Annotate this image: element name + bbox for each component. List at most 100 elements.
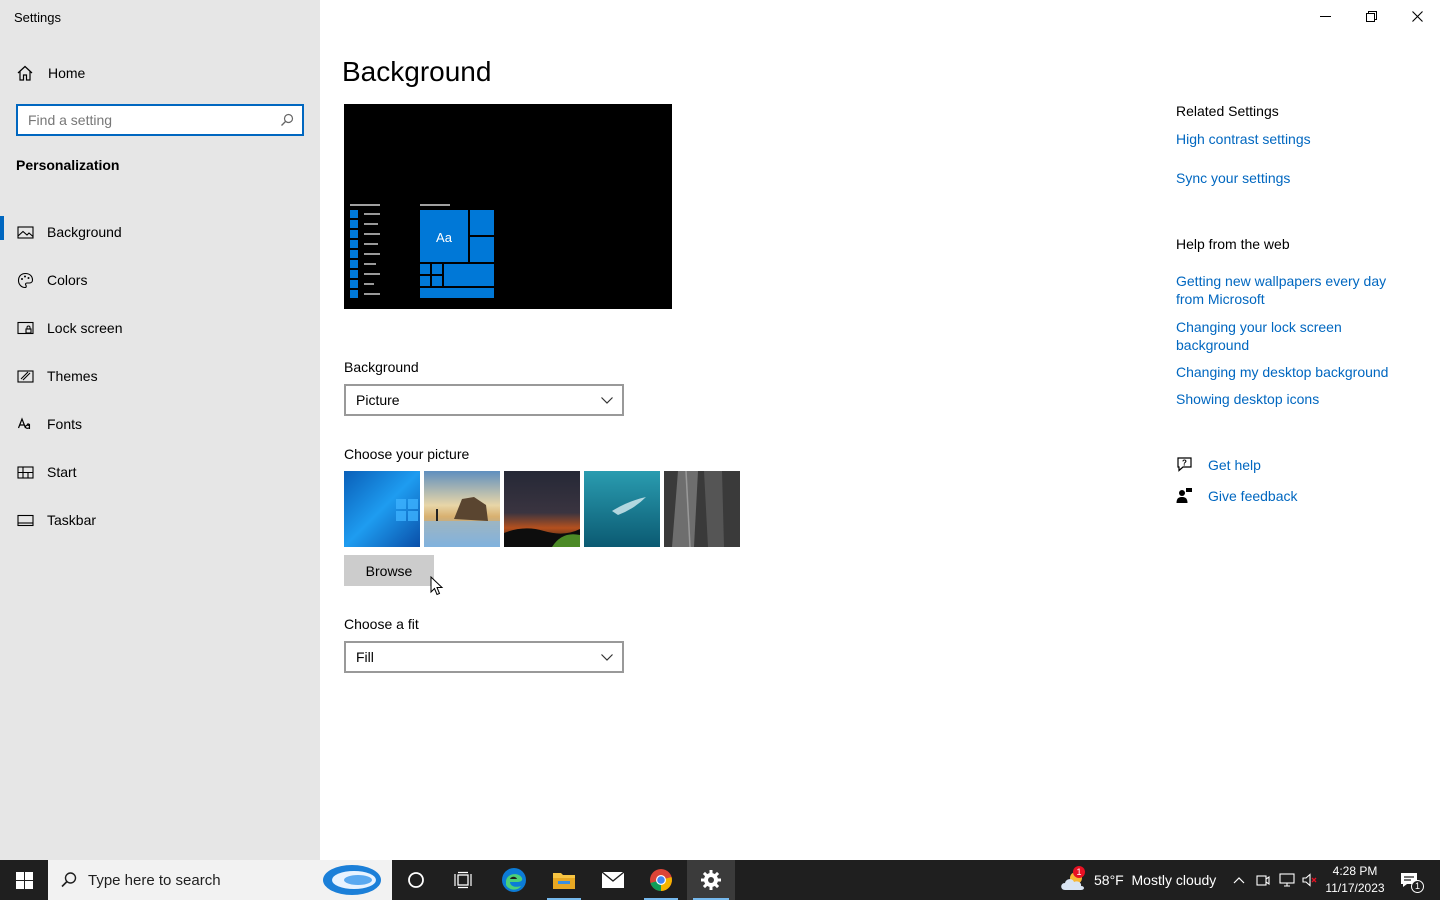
app-title: Settings	[14, 10, 61, 25]
clock-date: 11/17/2023	[1325, 881, 1385, 895]
taskbar-file-explorer[interactable]	[541, 860, 587, 900]
taskbar-chrome[interactable]	[638, 860, 684, 900]
get-help-link[interactable]: ? Get help	[1176, 456, 1261, 473]
search-box[interactable]	[16, 104, 304, 136]
task-view-button[interactable]	[441, 860, 485, 900]
cortana-circle-icon	[408, 872, 424, 888]
sync-settings-link[interactable]: Sync your settings	[1176, 169, 1408, 187]
give-feedback-label: Give feedback	[1208, 487, 1298, 504]
svg-text:?: ?	[1182, 459, 1187, 468]
taskbar-settings[interactable]	[687, 860, 735, 900]
chevron-up-icon	[1233, 877, 1245, 884]
background-label: Background	[344, 359, 419, 375]
chat-help-icon: ?	[1177, 457, 1192, 472]
show-hidden-icons-button[interactable]	[1229, 860, 1249, 900]
sidebar-item-label: Fonts	[47, 416, 83, 432]
picture-thumbnail-windows[interactable]	[344, 471, 420, 547]
cortana-button[interactable]	[394, 860, 438, 900]
chevron-down-icon	[601, 397, 613, 404]
gear-icon	[701, 870, 721, 890]
minimize-button[interactable]	[1302, 0, 1348, 32]
taskbar-search-placeholder: Type here to search	[88, 871, 221, 889]
mail-icon	[601, 871, 625, 888]
clock-time: 4:28 PM	[1332, 864, 1378, 878]
themes-icon	[16, 367, 34, 385]
close-button[interactable]	[1394, 0, 1440, 32]
background-dropdown-value: Picture	[356, 392, 400, 408]
lock-screen-icon	[16, 319, 34, 337]
browse-button[interactable]: Browse	[344, 555, 434, 586]
tray-meet-now[interactable]	[1253, 860, 1273, 900]
start-menu-preview: Aa	[350, 204, 494, 298]
section-title: Personalization	[16, 157, 120, 173]
picture-thumbnail-rock[interactable]	[664, 471, 740, 547]
home-label: Home	[48, 65, 86, 81]
sidebar-item-taskbar[interactable]: Taskbar	[0, 496, 320, 544]
picture-thumbnail-beach[interactable]	[424, 471, 500, 547]
sidebar-item-colors[interactable]: Colors	[0, 256, 320, 304]
tray-volume[interactable]	[1300, 860, 1320, 900]
sidebar-item-background[interactable]: Background	[0, 208, 320, 256]
fonts-icon	[16, 415, 34, 433]
notification-count-badge: 1	[1411, 880, 1424, 893]
taskbar-clock[interactable]: 4:28 PM 11/17/2023	[1324, 863, 1386, 897]
help-heading: Help from the web	[1176, 236, 1290, 252]
notifications-icon: 1	[1399, 870, 1424, 893]
home-link[interactable]: Home	[16, 62, 85, 84]
help-link-wallpapers[interactable]: Getting new wallpapers every day from Mi…	[1176, 272, 1408, 308]
search-icon	[61, 872, 77, 888]
fit-dropdown[interactable]: Fill	[344, 641, 624, 673]
weather-alert-badge: 1	[1073, 866, 1085, 878]
search-highlight-graphic	[323, 865, 381, 895]
task-view-icon	[454, 871, 472, 889]
get-help-label: Get help	[1208, 456, 1261, 473]
help-link-desktop-background[interactable]: Changing my desktop background	[1176, 363, 1408, 381]
sidebar-item-fonts[interactable]: Fonts	[0, 400, 320, 448]
taskbar-mail[interactable]	[590, 860, 636, 900]
give-feedback-link[interactable]: Give feedback	[1176, 487, 1298, 504]
choose-picture-label: Choose your picture	[344, 446, 470, 462]
sidebar-item-label: Start	[47, 464, 77, 480]
tray-network[interactable]	[1277, 860, 1297, 900]
choose-fit-label: Choose a fit	[344, 616, 419, 632]
chevron-down-icon	[601, 654, 613, 661]
close-icon	[1411, 10, 1423, 22]
weather-text: 58°F Mostly cloudy	[1094, 872, 1217, 888]
restore-icon	[1365, 10, 1377, 22]
sidebar-item-themes[interactable]: Themes	[0, 352, 320, 400]
picture-thumbnail-underwater[interactable]	[584, 471, 660, 547]
edge-browser-icon	[502, 868, 526, 892]
high-contrast-settings-link[interactable]: High contrast settings	[1176, 130, 1408, 148]
fit-dropdown-value: Fill	[356, 649, 374, 665]
restore-button[interactable]	[1348, 0, 1394, 32]
sidebar-nav: Background Colors Lock screen Themes Fon…	[0, 208, 320, 544]
help-link-lock-screen[interactable]: Changing your lock screen background	[1176, 318, 1408, 354]
background-dropdown[interactable]: Picture	[344, 384, 624, 416]
start-button[interactable]	[0, 860, 48, 900]
preview-tile-label: Aa	[436, 230, 453, 245]
picture-thumbnail-night-sky[interactable]	[504, 471, 580, 547]
cloudy-weather-icon: 1	[1060, 866, 1088, 892]
sidebar-item-label: Colors	[47, 272, 88, 288]
taskbar-edge[interactable]	[491, 860, 537, 900]
picture-icon	[16, 223, 34, 241]
action-center-button[interactable]: 1	[1392, 860, 1426, 900]
sidebar-item-lock-screen[interactable]: Lock screen	[0, 304, 320, 352]
start-tiles-icon	[16, 463, 34, 481]
windows-logo-icon	[15, 871, 33, 889]
taskbar-icon	[16, 511, 34, 529]
folder-icon	[553, 873, 575, 889]
sidebar-item-label: Background	[47, 224, 122, 240]
mouse-cursor-icon	[430, 576, 444, 596]
weather-widget[interactable]: 1 58°F Mostly cloudy	[1060, 860, 1216, 900]
search-input[interactable]	[28, 112, 280, 128]
network-icon	[1279, 873, 1295, 887]
help-link-desktop-icons[interactable]: Showing desktop icons	[1176, 390, 1408, 408]
related-settings-heading: Related Settings	[1176, 103, 1279, 119]
search-icon[interactable]	[280, 113, 294, 127]
feedback-person-icon	[1176, 488, 1192, 503]
taskbar-search-box[interactable]: Type here to search	[48, 860, 392, 900]
sidebar-item-start[interactable]: Start	[0, 448, 320, 496]
minimize-icon	[1319, 15, 1331, 17]
camera-icon	[1256, 875, 1270, 886]
